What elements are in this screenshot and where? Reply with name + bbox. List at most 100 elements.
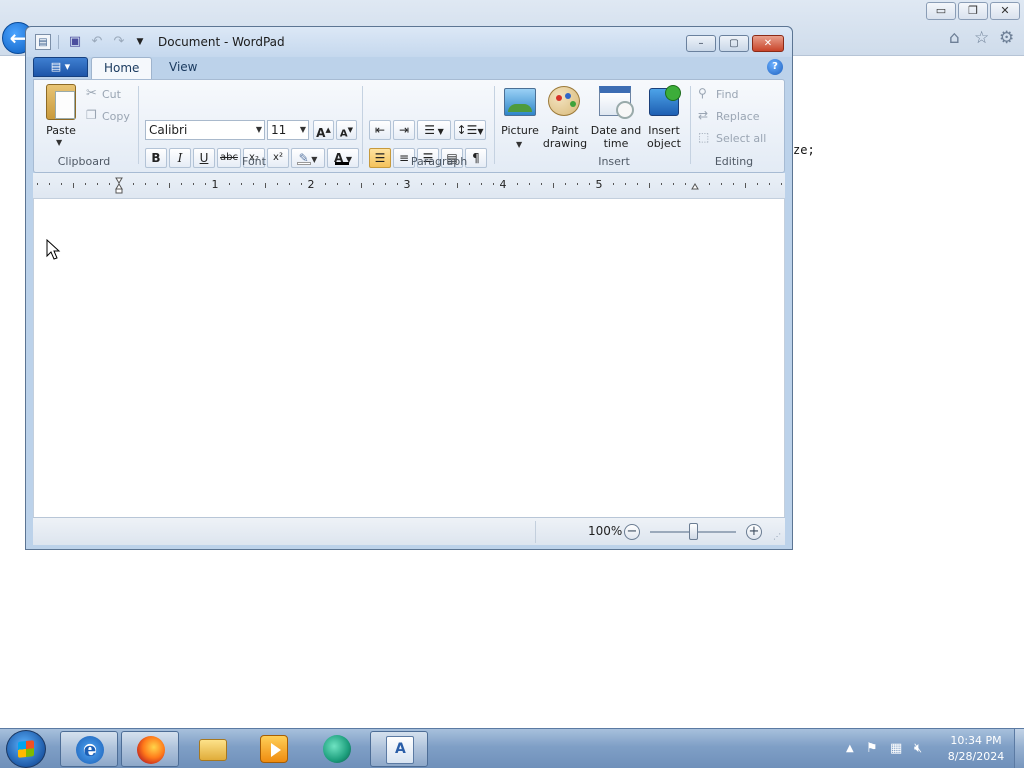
ruler[interactable]: 1 2 3 4 5 [33,173,785,199]
maximize-button[interactable]: ▢ [719,35,749,52]
ruler-tick [781,183,782,185]
clock-time[interactable]: 10:34 PM [946,734,1006,747]
paint-palette-icon[interactable] [548,86,580,116]
browser-restore-button[interactable]: ❐ [958,2,988,20]
grow-font-button[interactable]: A▲ [313,120,334,140]
picture-icon[interactable] [504,88,536,116]
taskbar-firefox[interactable] [121,731,179,767]
gear-icon[interactable]: ⚙ [999,28,1014,48]
hanging-indent-marker[interactable] [115,183,123,190]
picture-button-label[interactable]: Picture [496,124,544,137]
redo-icon[interactable]: ↷ [111,34,127,50]
cut-button[interactable]: Cut [102,88,121,101]
tab-home[interactable]: Home [91,57,153,79]
shrink-font-button[interactable]: A▼ [336,120,357,140]
scissors-icon[interactable]: ✂ [86,86,97,101]
italic-button[interactable]: I [169,148,191,168]
save-icon[interactable]: ▣ [67,34,83,50]
select-all-icon[interactable]: ⬚ [698,130,709,144]
start-button[interactable] [6,730,46,768]
copy-button[interactable]: Copy [102,110,130,123]
increase-indent-button[interactable]: ⇥ [393,120,415,140]
clock-date[interactable]: 8/28/2024 [942,750,1010,763]
browser-close-button[interactable]: ✕ [990,2,1020,20]
right-indent-marker[interactable] [691,183,699,190]
text-color-button[interactable]: A ▼ [327,148,359,168]
underline-button[interactable]: U [193,148,215,168]
taskbar-internet-explorer[interactable]: e [60,731,118,767]
minimize-button[interactable]: – [686,35,716,52]
customize-quick-access-icon[interactable]: ▼ [132,34,148,50]
bullet-list-button[interactable]: ☰ ▼ [417,120,451,140]
ruler-tick [733,183,734,185]
group-divider [362,86,363,164]
ruler-tick [385,183,386,185]
document-area[interactable] [33,199,785,517]
paste-dropdown-icon[interactable]: ▼ [56,136,62,149]
taskbar-media-player[interactable] [245,731,303,767]
font-size-select[interactable]: 11 ▼ [267,120,309,140]
paint-drawing-button-label[interactable]: Paint drawing [540,124,590,150]
tab-view[interactable]: View [157,57,209,79]
volume-muted-icon[interactable]: 🔇︎ [914,741,922,756]
network-icon[interactable]: ▦ [890,741,902,756]
insert-object-button-label[interactable]: Insert object [642,124,686,150]
zoom-slider-thumb[interactable] [688,523,698,540]
align-left-icon: ☰ [374,151,386,165]
ruler-tick [745,183,746,188]
document-page[interactable] [34,199,786,517]
help-icon[interactable]: ? [767,59,783,75]
show-hidden-icons-icon[interactable]: ▲ [846,743,854,754]
zoom-level: 100% [588,524,623,538]
ruler-number: 5 [596,178,603,191]
ruler-number: 4 [500,178,507,191]
align-left-button[interactable]: ☰ [369,148,391,168]
taskbar-file-explorer[interactable] [184,731,242,767]
title-bar[interactable]: ▤ ▣ ↶ ↷ ▼ Document - WordPad – ▢ ✕ [26,27,792,57]
font-family-select[interactable]: Calibri ▼ [145,120,265,140]
star-icon[interactable]: ☆ [974,28,989,48]
close-button[interactable]: ✕ [752,35,784,52]
highlight-color-button[interactable]: ✎ ▼ [291,148,325,168]
app-menu-button[interactable]: ▤ ▾ [33,57,88,77]
show-desktop-button[interactable] [1014,729,1024,768]
document-icon[interactable]: ▤ [35,34,51,50]
copy-icon[interactable]: ❐ [86,108,97,122]
action-center-flag-icon[interactable]: ⚑ [866,741,878,756]
picture-dropdown-icon[interactable]: ▼ [516,138,522,151]
taskbar-green-app[interactable] [308,731,366,767]
internet-explorer-icon: e [76,736,104,764]
browser-minimize-button[interactable]: ▭ [926,2,956,20]
find-button[interactable]: Find [716,88,739,101]
date-time-button-label[interactable]: Date and time [590,124,642,150]
resize-grip-icon[interactable]: ⋰ [773,532,783,542]
left-margin-marker[interactable] [115,188,123,194]
paste-icon[interactable] [46,84,76,120]
ruler-tick [289,183,290,185]
ruler-tick [301,183,302,185]
binoculars-icon[interactable]: ⚲ [698,86,707,100]
replace-icon[interactable]: ⇄ [698,108,708,122]
ruler-tick [253,183,254,185]
zoom-in-button[interactable]: + [746,524,762,540]
status-divider [535,521,536,543]
insert-object-icon[interactable] [649,85,681,116]
select-all-button[interactable]: Select all [716,132,766,145]
line-spacing-button[interactable]: ↕☰▼ [454,120,486,140]
replace-button[interactable]: Replace [716,110,760,123]
ruler-tick [757,183,758,185]
ruler-tick [589,183,590,185]
left-indent-marker[interactable] [115,177,123,184]
zoom-out-button[interactable]: − [624,524,640,540]
system-tray: ▲ ⚑ ▦ 🔇︎ 10:34 PM 8/28/2024 [838,729,1024,768]
ruler-tick [565,183,566,185]
taskbar-wordpad[interactable] [370,731,428,767]
decrease-indent-button[interactable]: ⇤ [369,120,391,140]
ruler-tick [193,183,194,185]
calendar-clock-icon[interactable] [599,86,634,119]
increase-indent-icon: ⇥ [398,123,410,137]
bold-button[interactable]: B [145,148,167,168]
undo-icon[interactable]: ↶ [89,34,105,50]
home-icon[interactable]: ⌂ [949,28,960,48]
ruler-tick [145,183,146,185]
